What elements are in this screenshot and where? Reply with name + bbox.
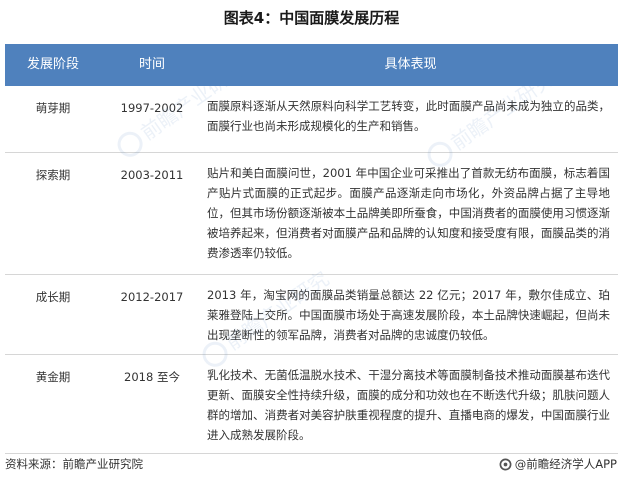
time-cell: 2012-2017 [101, 274, 203, 355]
time-cell: 2018 至今 [101, 354, 203, 454]
table-row: 黄金期 2018 至今 乳化技术、无菌低温脱水技术、干湿分离技术等面膜制备技术推… [5, 354, 618, 454]
stage-cell: 成长期 [5, 274, 101, 355]
description-cell: 乳化技术、无菌低温脱水技术、干湿分离技术等面膜制备技术推动面膜基布迭代更新、面膜… [203, 354, 618, 454]
table-row: 成长期 2012-2017 2013 年，淘宝网的面膜品类销量总额达 22 亿元… [5, 274, 618, 355]
table-header-row: 发展阶段 时间 具体表现 [5, 44, 618, 86]
brand-credit: @前瞻经济学人APP [499, 455, 617, 473]
chart-title: 图表4：中国面膜发展历程 [223, 9, 400, 27]
brand-label: @前瞻经济学人APP [514, 457, 617, 471]
stage-cell: 探索期 [5, 152, 101, 275]
source-note: 资料来源：前瞻产业研究院 [5, 457, 143, 471]
stage-cell: 黄金期 [5, 354, 101, 454]
table-row: 萌芽期 1997-2002 面膜原料逐渐从天然原料向科学工艺转变，此时面膜产品尚… [5, 86, 618, 153]
description-cell: 贴片和美白面膜问世，2001 年中国企业可采推出了首款无纺布面膜，标志着国产贴片… [203, 152, 618, 275]
header-description: 具体表现 [203, 44, 618, 86]
description-cell: 面膜原料逐渐从天然原料向科学工艺转变，此时面膜产品尚未成为独立的品类，面膜行业也… [203, 86, 618, 153]
description-cell: 2013 年，淘宝网的面膜品类销量总额达 22 亿元；2017 年，敷尔佳成立、… [203, 274, 618, 355]
header-stage: 发展阶段 [5, 44, 101, 86]
header-time: 时间 [101, 44, 203, 86]
brand-logo-icon [499, 458, 512, 470]
stage-cell: 萌芽期 [5, 86, 101, 153]
time-cell: 1997-2002 [101, 86, 203, 153]
development-table: 发展阶段 时间 具体表现 萌芽期 1997-2002 面膜原料逐渐从天然原料向科… [5, 44, 618, 454]
time-cell: 2003-2011 [101, 152, 203, 275]
table-row: 探索期 2003-2011 贴片和美白面膜问世，2001 年中国企业可采推出了首… [5, 152, 618, 275]
